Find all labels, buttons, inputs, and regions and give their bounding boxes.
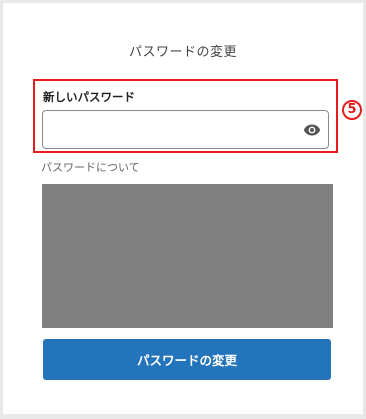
new-password-field [42, 110, 329, 149]
change-password-button[interactable]: パスワードの変更 [43, 339, 331, 380]
new-password-input[interactable] [43, 111, 293, 148]
password-info-panel [42, 184, 333, 328]
password-change-card: パスワードの変更 新しいパスワード 5 パスワードについて パスワードの変更 [3, 3, 363, 414]
step-number-badge: 5 [342, 100, 362, 120]
eye-icon[interactable] [303, 122, 321, 136]
new-password-label: 新しいパスワード [43, 90, 135, 104]
password-info-label: パスワードについて [41, 161, 140, 174]
page-title: パスワードの変更 [128, 45, 237, 60]
